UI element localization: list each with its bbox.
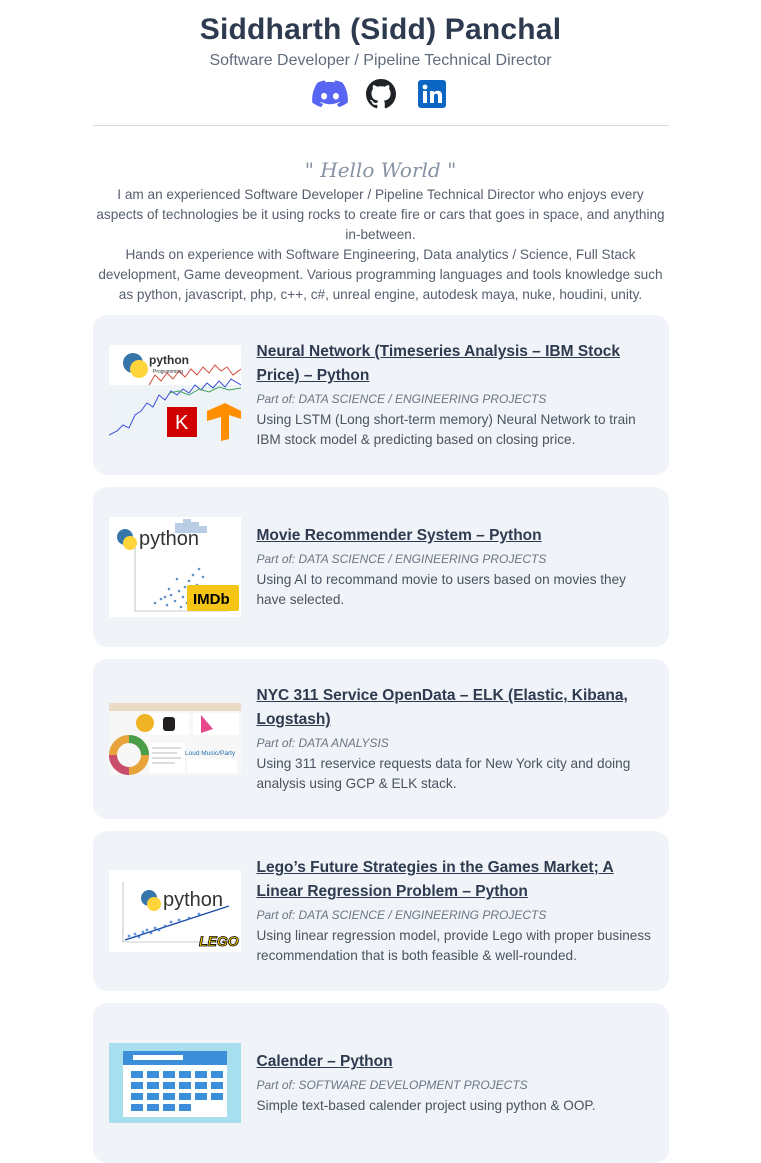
project-thumbnail: python IMDb xyxy=(108,517,241,617)
project-thumbnail: Loud Music/Party xyxy=(108,703,241,775)
project-info: NYC 311 Service OpenData – ELK (Elastic,… xyxy=(257,684,653,794)
project-card[interactable]: python IMDb Movie Recommender System – P… xyxy=(92,487,669,647)
project-card[interactable]: Loud Music/Party NYC 311 Service OpenDat… xyxy=(92,659,669,819)
linkedin-link[interactable] xyxy=(414,78,450,110)
project-category: Part of: DATA ANALYSIS xyxy=(256,736,389,750)
discord-icon xyxy=(311,80,348,108)
project-card[interactable]: python LEGO Lego’s Future Strategies in … xyxy=(92,831,669,991)
project-info: Lego’s Future Strategies in the Games Ma… xyxy=(257,856,653,966)
thumb-label: python xyxy=(163,889,223,911)
intro-section: " Hello World " I am an experienced Soft… xyxy=(93,158,669,305)
greeting: " Hello World " xyxy=(304,158,457,182)
header-divider xyxy=(92,125,669,126)
github-icon xyxy=(365,79,396,109)
project-category: Part of: DATA SCIENCE / ENGINEERING PROJ… xyxy=(256,908,547,922)
thumb-label: python xyxy=(149,353,189,367)
project-category: Part of: DATA SCIENCE / ENGINEERING PROJ… xyxy=(256,392,547,406)
project-title-link[interactable]: Neural Network (Timeseries Analysis – IB… xyxy=(257,340,653,388)
page-container: Siddharth (Sidd) Panchal Software Develo… xyxy=(92,0,669,1163)
thumb-badge: IMDb xyxy=(193,591,230,608)
project-title-link[interactable]: Lego’s Future Strategies in the Games Ma… xyxy=(257,856,653,904)
project-info: Movie Recommender System – Python Part o… xyxy=(257,524,653,610)
project-card[interactable]: Calender – Python Part of: SOFTWARE DEVE… xyxy=(92,1003,669,1163)
social-links xyxy=(93,77,669,111)
profile-name: Siddharth (Sidd) Panchal xyxy=(199,13,562,46)
bio: I am an experienced Software Developer /… xyxy=(93,185,669,305)
thumb-label: python xyxy=(139,528,199,550)
project-description: Using LSTM (Long short-term memory) Neur… xyxy=(256,412,636,447)
project-description: Using AI to recommand movie to users bas… xyxy=(256,572,626,607)
project-description: Simple text-based calender project using… xyxy=(256,1098,596,1113)
linkedin-icon xyxy=(417,80,446,108)
github-link[interactable] xyxy=(363,78,399,110)
calendar-icon xyxy=(108,1043,241,1123)
project-title-link[interactable]: Calender – Python xyxy=(257,1050,653,1074)
project-thumbnail xyxy=(108,1043,241,1123)
project-card[interactable]: python Programming K Neural Network (Tim… xyxy=(92,315,669,475)
thumb-sublabel: Programming xyxy=(153,369,183,375)
project-info: Neural Network (Timeseries Analysis – IB… xyxy=(257,340,653,450)
projects-list: python Programming K Neural Network (Tim… xyxy=(92,315,669,1163)
thumb-label: Loud Music/Party xyxy=(185,750,236,757)
thumb-badge: K xyxy=(175,412,189,434)
discord-link[interactable] xyxy=(311,78,348,110)
thumb-badge: LEGO xyxy=(199,933,239,949)
profile-header: Siddharth (Sidd) Panchal Software Develo… xyxy=(93,0,669,111)
project-description: Using linear regression model, provide L… xyxy=(256,928,651,963)
project-category: Part of: DATA SCIENCE / ENGINEERING PROJ… xyxy=(256,552,547,566)
project-description: Using 311 reservice requests data for Ne… xyxy=(256,756,631,791)
project-thumbnail: python LEGO xyxy=(108,870,241,952)
project-title-link[interactable]: NYC 311 Service OpenData – ELK (Elastic,… xyxy=(257,684,653,732)
project-title-link[interactable]: Movie Recommender System – Python xyxy=(257,524,653,548)
project-category: Part of: SOFTWARE DEVELOPMENT PROJECTS xyxy=(256,1078,528,1092)
project-info: Calender – Python Part of: SOFTWARE DEVE… xyxy=(257,1050,653,1116)
bio-paragraph-1: I am an experienced Software Developer /… xyxy=(96,187,665,242)
project-thumbnail: python Programming K xyxy=(108,345,241,445)
bio-paragraph-2: Hands on experience with Software Engine… xyxy=(98,247,663,302)
profile-role: Software Developer / Pipeline Technical … xyxy=(209,52,552,69)
